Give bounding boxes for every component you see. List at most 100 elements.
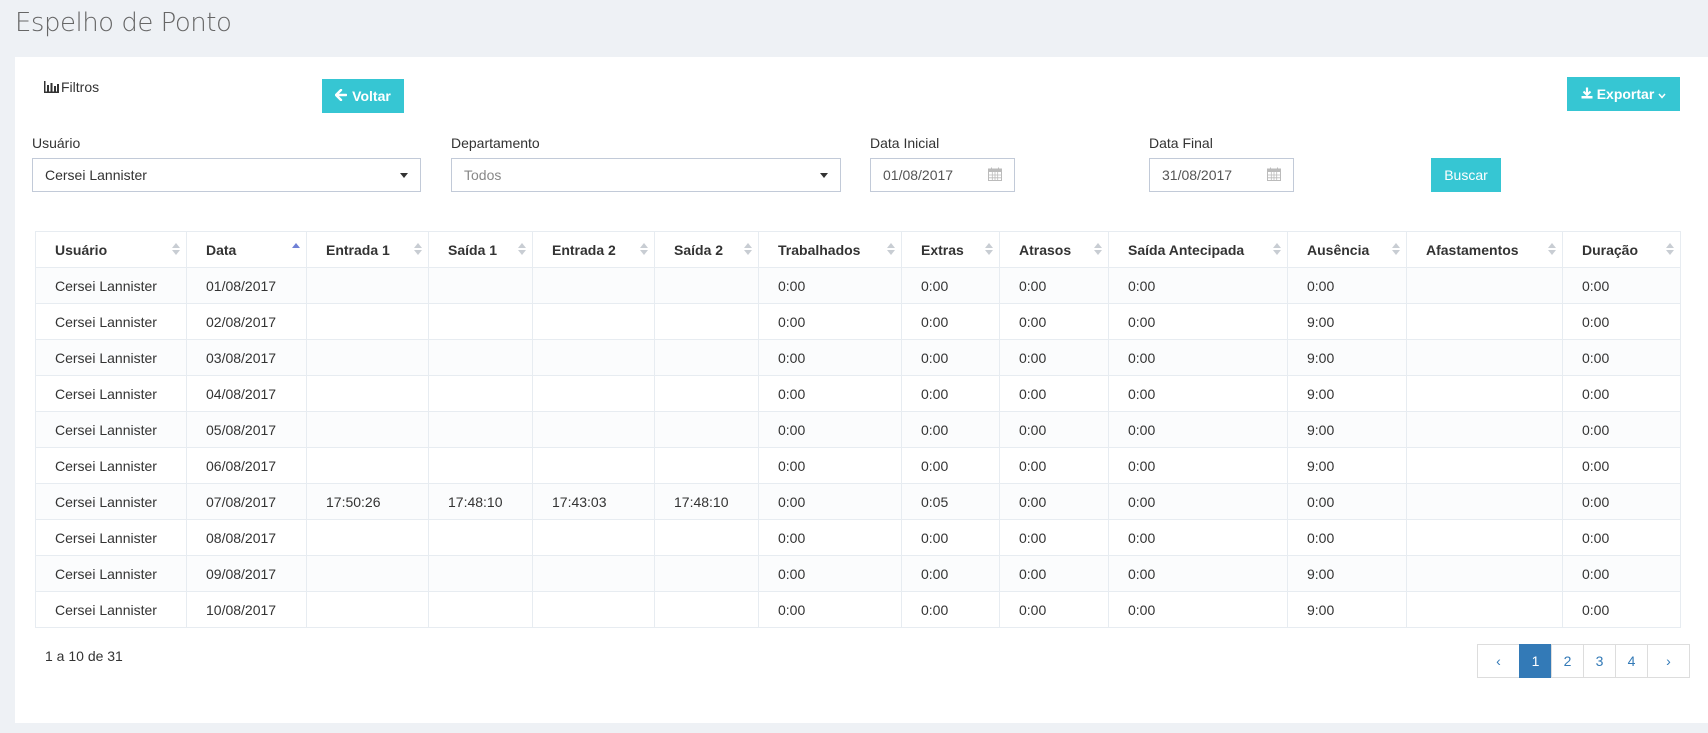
column-header[interactable]: Duração [1562, 231, 1681, 268]
pagination-page-3[interactable]: 3 [1583, 644, 1616, 678]
calendar-icon[interactable] [1267, 167, 1281, 184]
column-header-label: Extras [921, 241, 964, 258]
departamento-label: Departamento [451, 135, 540, 151]
table-cell [306, 591, 429, 628]
column-header-label: Saída 2 [674, 241, 724, 258]
table-cell: 0:00 [1108, 483, 1288, 520]
voltar-button[interactable]: Voltar [322, 79, 404, 113]
table-cell: 9:00 [1287, 303, 1407, 340]
table-cell: 0:00 [999, 267, 1109, 304]
table-cell: 0:00 [901, 591, 1000, 628]
table-cell: 0:00 [999, 483, 1109, 520]
column-header-label: Atrasos [1019, 241, 1072, 258]
table-cell [1406, 591, 1563, 628]
bar-chart-icon [44, 81, 59, 93]
table-cell: Cersei Lannister [35, 339, 187, 376]
table-body: Cersei Lannister 01/08/2017 0:00 0:00 0:00 0:… [35, 267, 1681, 628]
table-cell: Cersei Lannister [35, 591, 187, 628]
sort-icon [518, 243, 526, 257]
table-cell [654, 591, 759, 628]
sort-icon [1094, 243, 1102, 257]
table-cell: 01/08/2017 [186, 267, 307, 304]
filtros-label: Filtros [61, 79, 100, 95]
table-cell: 09/08/2017 [186, 555, 307, 592]
data-final-input[interactable]: 31/08/2017 [1149, 158, 1294, 192]
table-cell: 0:00 [1287, 519, 1407, 556]
table-cell: 0:00 [758, 555, 902, 592]
sort-icon [640, 243, 648, 257]
column-header-label: Data [206, 241, 237, 258]
table-cell: 0:00 [999, 555, 1109, 592]
usuario-select-value: Cersei Lannister [45, 167, 147, 183]
data-inicial-label: Data Inicial [870, 135, 940, 151]
table-cell [306, 447, 429, 484]
column-header[interactable]: Saída 2 [654, 231, 759, 268]
table-cell [306, 303, 429, 340]
data-inicial-input[interactable]: 01/08/2017 [870, 158, 1015, 192]
filtros-toggle[interactable]: Filtros [44, 79, 99, 95]
table-cell [532, 411, 655, 448]
table-cell: 0:00 [1562, 519, 1681, 556]
table-cell: 0:00 [1562, 447, 1681, 484]
table-cell: Cersei Lannister [35, 519, 187, 556]
usuario-label: Usuário [32, 135, 81, 151]
sort-icon [1273, 243, 1281, 257]
espelho-table: Usuário Data Entrada 1 Saída 1 Entrada 2 Saíd… [35, 231, 1681, 628]
pagination-next[interactable]: › [1647, 644, 1690, 678]
pagination-page-2[interactable]: 2 [1551, 644, 1584, 678]
table-row: Cersei Lannister 09/08/2017 0:00 0:00 0:00 0:… [35, 555, 1681, 592]
column-header[interactable]: Usuário [35, 231, 187, 268]
calendar-icon[interactable] [988, 167, 1002, 184]
column-header[interactable]: Ausência [1287, 231, 1407, 268]
table-cell [1406, 339, 1563, 376]
table-cell [428, 519, 533, 556]
table-cell [428, 303, 533, 340]
table-cell: 0:00 [1562, 339, 1681, 376]
table-cell: 0:00 [999, 339, 1109, 376]
table-row: Cersei Lannister 10/08/2017 0:00 0:00 0:00 0:… [35, 591, 1681, 628]
table-cell: 0:00 [758, 267, 902, 304]
report-panel: Filtros Voltar Exportar Usuário Cersei L… [15, 57, 1708, 723]
pagination-page-1[interactable]: 1 [1519, 644, 1552, 678]
table-cell [1406, 447, 1563, 484]
sort-icon [887, 243, 895, 257]
column-header[interactable]: Trabalhados [758, 231, 902, 268]
departamento-select[interactable]: Todos [451, 158, 841, 192]
table-cell [306, 267, 429, 304]
voltar-label: Voltar [352, 88, 391, 104]
exportar-button[interactable]: Exportar [1567, 77, 1680, 111]
table-cell [654, 447, 759, 484]
table-cell [1406, 483, 1563, 520]
table-cell: 0:00 [1562, 555, 1681, 592]
column-header[interactable]: Saída Antecipada [1108, 231, 1288, 268]
column-header[interactable]: Saída 1 [428, 231, 533, 268]
column-header[interactable]: Afastamentos [1406, 231, 1563, 268]
buscar-button[interactable]: Buscar [1431, 158, 1501, 192]
sort-icon [985, 243, 993, 257]
table-cell: 0:00 [1108, 303, 1288, 340]
column-header[interactable]: Entrada 1 [306, 231, 429, 268]
table-cell [1406, 267, 1563, 304]
column-header[interactable]: Data [186, 231, 307, 268]
table-cell [428, 375, 533, 412]
column-header[interactable]: Atrasos [999, 231, 1109, 268]
table-cell: 9:00 [1287, 591, 1407, 628]
table-cell [654, 303, 759, 340]
departamento-select-value: Todos [464, 167, 502, 183]
pagination-page-4[interactable]: 4 [1615, 644, 1648, 678]
table-cell [532, 447, 655, 484]
column-header[interactable]: Extras [901, 231, 1000, 268]
pagination-prev[interactable]: ‹ [1477, 644, 1520, 678]
table-cell [654, 519, 759, 556]
table-cell [306, 375, 429, 412]
caret-down-icon [400, 172, 408, 178]
table-cell [654, 375, 759, 412]
usuario-select[interactable]: Cersei Lannister [32, 158, 421, 192]
table-cell [532, 267, 655, 304]
column-header[interactable]: Entrada 2 [532, 231, 655, 268]
table-cell: Cersei Lannister [35, 411, 187, 448]
column-header-label: Entrada 1 [326, 241, 390, 258]
table-cell: 17:48:10 [654, 483, 759, 520]
table-cell [654, 339, 759, 376]
table-cell: 0:00 [901, 339, 1000, 376]
